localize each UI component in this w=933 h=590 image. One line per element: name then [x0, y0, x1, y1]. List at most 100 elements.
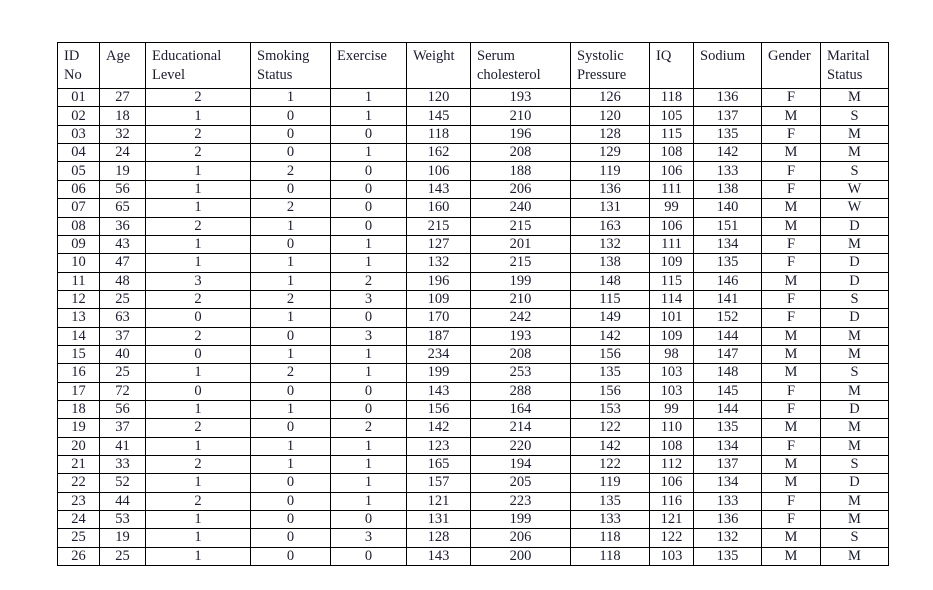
cell-serum: 215: [470, 253, 571, 273]
cell-edu: 1: [145, 234, 251, 255]
cell-gender: M: [761, 271, 821, 291]
cell-gender: F: [761, 308, 821, 328]
cell-sodium: 134: [693, 473, 762, 493]
cell-iq: 114: [649, 289, 694, 310]
cell-id: 24: [57, 509, 100, 530]
cell-age: 44: [99, 491, 146, 512]
cell-smoke: 0: [250, 179, 331, 200]
cell-sodium: 132: [693, 528, 762, 548]
table-row: 22 52 1 0 1 157 205 119 106 134 M D: [57, 473, 889, 493]
column-header-age: Age: [99, 41, 146, 90]
cell-id: 12: [57, 289, 100, 310]
column-header-ex: Exercise: [330, 41, 407, 90]
cell-edu: 1: [145, 106, 251, 126]
cell-sodium: 136: [693, 509, 762, 530]
cell-iq: 108: [649, 143, 694, 163]
cell-age: 25: [99, 546, 146, 567]
cell-marital: W: [820, 198, 889, 218]
cell-gender: F: [761, 399, 821, 420]
cell-iq: 122: [649, 528, 694, 548]
cell-ex: 1: [330, 363, 407, 383]
cell-ex: 0: [330, 308, 407, 328]
table-row: 13 63 0 1 0 170 242 149 101 152 F D: [57, 308, 889, 328]
cell-marital: M: [820, 234, 889, 255]
cell-smoke: 1: [250, 253, 331, 273]
cell-age: 24: [99, 143, 146, 163]
table-row: 12 25 2 2 3 109 210 115 114 141 F S: [57, 289, 889, 310]
cell-sodium: 142: [693, 143, 762, 163]
cell-marital: D: [820, 216, 889, 236]
table-row: 10 47 1 1 1 132 215 138 109 135 F D: [57, 253, 889, 273]
cell-weight: 160: [406, 198, 471, 218]
cell-iq: 103: [649, 546, 694, 567]
cell-edu: 1: [145, 436, 251, 456]
cell-sys: 129: [570, 143, 650, 163]
cell-id: 19: [57, 418, 100, 438]
cell-age: 19: [99, 528, 146, 548]
cell-serum: 208: [470, 344, 571, 365]
cell-ex: 3: [330, 326, 407, 346]
cell-sys: 136: [570, 179, 650, 200]
cell-age: 63: [99, 308, 146, 328]
header-row: ID No Age Educational Level Smoking Status Exer…: [57, 41, 889, 90]
table-row: 19 37 2 0 2 142 214 122 110 135 M M: [57, 418, 889, 438]
cell-weight: 156: [406, 399, 471, 420]
cell-iq: 110: [649, 418, 694, 438]
cell-id: 11: [57, 271, 100, 291]
cell-id: 06: [57, 179, 100, 200]
cell-weight: 234: [406, 344, 471, 365]
cell-marital: M: [820, 509, 889, 530]
cell-id: 05: [57, 161, 100, 181]
cell-edu: 2: [145, 491, 251, 512]
cell-sys: 138: [570, 253, 650, 273]
column-header-sys: Systolic Pressure: [570, 41, 650, 90]
cell-iq: 112: [649, 454, 694, 475]
cell-sys: 118: [570, 546, 650, 567]
cell-serum: 193: [470, 326, 571, 346]
table-row: 06 56 1 0 0 143 206 136 111 138 F W: [57, 179, 889, 200]
cell-age: 52: [99, 473, 146, 493]
cell-age: 25: [99, 289, 146, 310]
cell-smoke: 0: [250, 491, 331, 512]
cell-smoke: 0: [250, 234, 331, 255]
column-header-edu: Educational Level: [145, 41, 251, 90]
cell-ex: 0: [330, 381, 407, 401]
cell-weight: 131: [406, 509, 471, 530]
cell-edu: 2: [145, 289, 251, 310]
cell-edu: 1: [145, 399, 251, 420]
cell-smoke: 2: [250, 363, 331, 383]
cell-sys: 115: [570, 289, 650, 310]
cell-age: 43: [99, 234, 146, 255]
cell-age: 37: [99, 326, 146, 346]
cell-age: 53: [99, 509, 146, 530]
cell-id: 15: [57, 344, 100, 365]
table-row: 15 40 0 1 1 234 208 156 98 147 M M: [57, 344, 889, 365]
cell-sys: 132: [570, 234, 650, 255]
cell-id: 26: [57, 546, 100, 567]
cell-sys: 142: [570, 436, 650, 456]
cell-id: 22: [57, 473, 100, 493]
cell-sodium: 146: [693, 271, 762, 291]
cell-smoke: 2: [250, 198, 331, 218]
cell-gender: M: [761, 528, 821, 548]
cell-weight: 143: [406, 546, 471, 567]
cell-gender: F: [761, 491, 821, 512]
cell-iq: 106: [649, 216, 694, 236]
cell-marital: D: [820, 308, 889, 328]
cell-id: 17: [57, 381, 100, 401]
cell-weight: 123: [406, 436, 471, 456]
cell-edu: 2: [145, 216, 251, 236]
cell-ex: 0: [330, 124, 407, 145]
cell-edu: 2: [145, 326, 251, 346]
cell-sodium: 133: [693, 161, 762, 181]
table-header: ID No Age Educational Level Smoking Status Exer…: [57, 41, 889, 90]
cell-serum: 215: [470, 216, 571, 236]
cell-sys: 118: [570, 528, 650, 548]
cell-ex: 1: [330, 454, 407, 475]
cell-smoke: 1: [250, 308, 331, 328]
cell-weight: 165: [406, 454, 471, 475]
cell-sys: 149: [570, 308, 650, 328]
cell-id: 14: [57, 326, 100, 346]
cell-gender: M: [761, 143, 821, 163]
cell-iq: 99: [649, 198, 694, 218]
